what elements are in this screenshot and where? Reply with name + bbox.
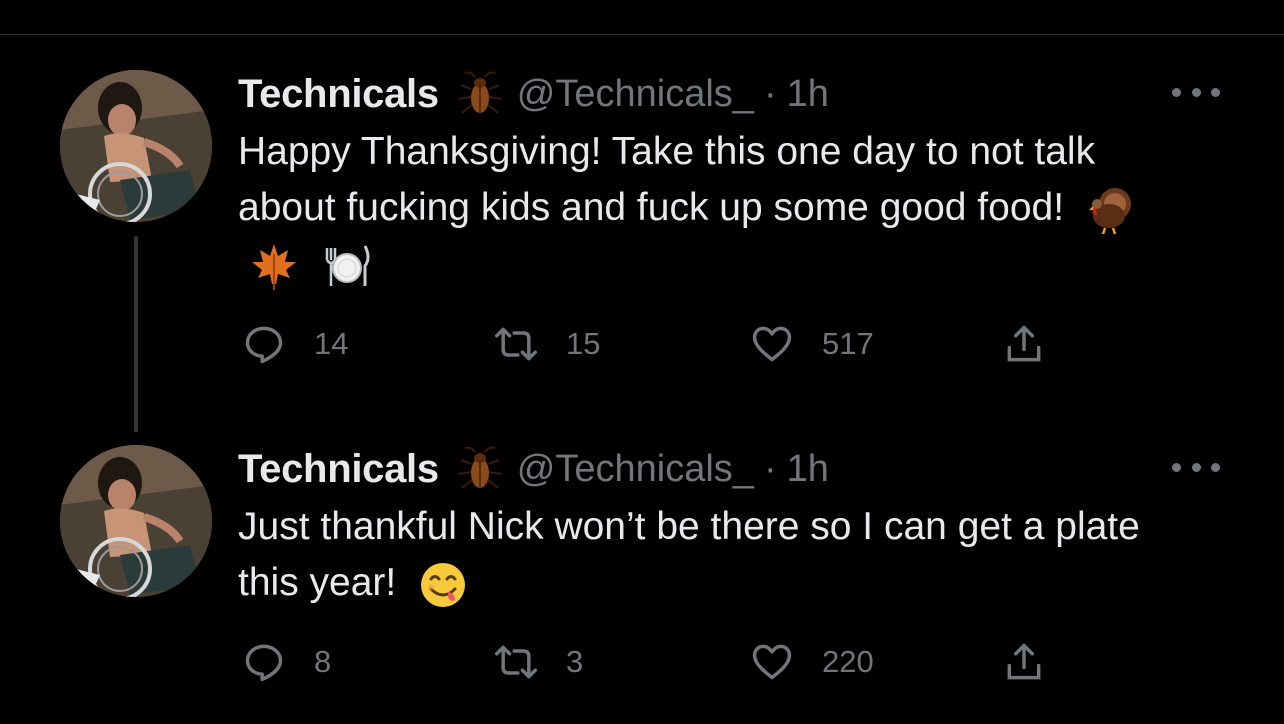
heart-icon [752,644,792,680]
retweet-count: 15 [566,326,601,361]
plate-cutlery-icon [321,240,373,292]
thread-connector [134,236,138,432]
user-handle[interactable]: @Technicals_ [517,73,754,116]
tweet-header: Technicals @Technicals_ · 1h [238,445,829,493]
reply-icon [245,326,283,364]
turkey-icon [1085,184,1137,236]
reply-icon [245,644,283,682]
tweet-text: Happy Thanksgiving! Take this one day to… [238,124,1198,292]
timestamp[interactable]: 1h [787,73,829,116]
share-icon [1007,325,1041,362]
yum-face-icon [417,559,469,611]
tweet-body: Just thankful Nick won’t be there so I c… [238,505,1140,604]
share-icon [1007,643,1041,680]
like-button[interactable]: 517 [750,322,874,366]
avatar-photo [60,70,212,222]
share-button[interactable] [1002,322,1046,366]
maple-leaf-icon [248,240,300,292]
display-name[interactable]: Technicals [238,447,439,492]
display-name[interactable]: Technicals [238,72,439,117]
tweet[interactable]: Technicals @Technicals_ · 1h Happy Thank… [0,70,1284,445]
share-button[interactable] [1002,640,1046,684]
reply-button[interactable]: 8 [242,640,331,684]
reply-count: 14 [314,326,349,361]
cockroach-icon [457,71,503,117]
heart-icon [752,326,792,362]
more-options-icon[interactable] [1172,82,1220,102]
avatar[interactable] [60,70,212,222]
reply-count: 8 [314,644,332,679]
tweet[interactable]: Technicals @Technicals_ · 1h Just thankf… [0,445,1284,724]
like-count: 517 [822,326,874,361]
cockroach-icon [457,446,503,492]
divider [0,34,1284,35]
reply-button[interactable]: 14 [242,322,348,366]
separator-dot: · [763,447,777,490]
avatar-photo [60,445,212,597]
retweet-button[interactable]: 3 [494,640,583,684]
tweet-header: Technicals @Technicals_ · 1h [238,70,829,118]
like-button[interactable]: 220 [750,640,874,684]
timestamp[interactable]: 1h [787,448,829,491]
tweet-actions: 8 3 220 [242,640,1062,684]
tweet-body: Happy Thanksgiving! Take this one day to… [238,130,1096,229]
separator-dot: · [763,72,777,115]
retweet-count: 3 [566,644,584,679]
retweet-icon [495,645,537,679]
retweet-icon [495,327,537,361]
retweet-button[interactable]: 15 [494,322,600,366]
timeline: Technicals @Technicals_ · 1h Happy Thank… [0,0,1284,724]
user-handle[interactable]: @Technicals_ [517,448,754,491]
more-options-icon[interactable] [1172,457,1220,477]
tweet-actions: 14 15 517 [242,322,1062,366]
tweet-text: Just thankful Nick won’t be there so I c… [238,499,1198,611]
like-count: 220 [822,644,874,679]
avatar[interactable] [60,445,212,597]
